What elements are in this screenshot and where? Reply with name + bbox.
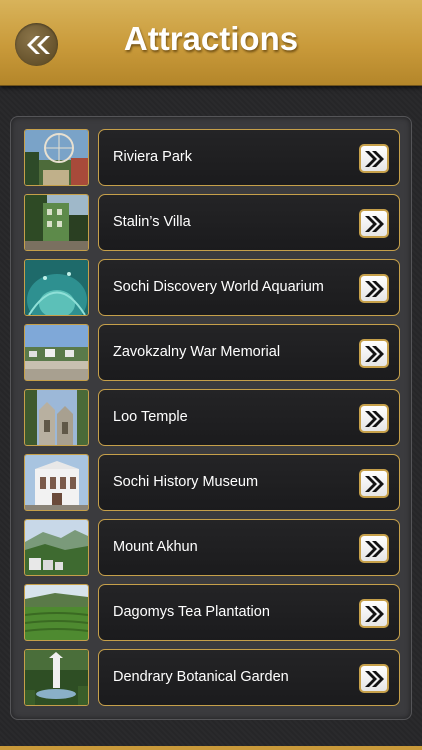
thumbnail-image [24,129,89,186]
go-button[interactable] [359,339,389,368]
thumbnail-image [24,649,89,706]
header-bar: Attractions [0,0,422,86]
attraction-button[interactable]: Zavokzalny War Memorial [98,324,400,381]
attraction-label: Zavokzalny War Memorial [113,344,281,360]
go-button[interactable] [359,144,389,173]
thumbnail-image [24,389,89,446]
attraction-button[interactable]: Dendrary Botanical Garden [98,649,400,706]
double-chevron-right-icon [365,410,384,427]
attraction-button[interactable]: Stalin’s Villa [98,194,400,251]
double-chevron-right-icon [365,215,384,232]
list-item[interactable]: Stalin’s Villa [24,194,400,251]
thumbnail-image [24,324,89,381]
attraction-label: Sochi Discovery World Aquarium [113,279,324,295]
go-button[interactable] [359,404,389,433]
list-item[interactable]: Mount Akhun [24,519,400,576]
attractions-list: Riviera Park Stalin’s Villa Sochi Discov… [10,116,412,720]
list-item[interactable]: Dendrary Botanical Garden [24,649,400,706]
list-item[interactable]: Sochi Discovery World Aquarium [24,259,400,316]
thumbnail-image [24,584,89,641]
double-chevron-right-icon [365,280,384,297]
attraction-label: Loo Temple [113,409,188,425]
attraction-label: Riviera Park [113,149,192,165]
attraction-button[interactable]: Riviera Park [98,129,400,186]
thumbnail-image [24,259,89,316]
attraction-label: Dagomys Tea Plantation [113,604,270,620]
double-chevron-right-icon [365,540,384,557]
double-chevron-right-icon [365,345,384,362]
thumbnail-image [24,519,89,576]
attraction-label: Mount Akhun [113,539,198,555]
thumbnail-image [24,194,89,251]
go-button[interactable] [359,469,389,498]
list-item[interactable]: Zavokzalny War Memorial [24,324,400,381]
go-button[interactable] [359,274,389,303]
double-chevron-right-icon [365,605,384,622]
attraction-button[interactable]: Sochi Discovery World Aquarium [98,259,400,316]
attraction-button[interactable]: Mount Akhun [98,519,400,576]
double-chevron-right-icon [365,150,384,167]
go-button[interactable] [359,664,389,693]
attraction-label: Sochi History Museum [113,474,259,490]
thumbnail-image [24,454,89,511]
list-item[interactable]: Sochi History Museum [24,454,400,511]
bottom-accent-bar [0,746,422,750]
page-title: Attractions [123,20,299,57]
attraction-label: Dendrary Botanical Garden [113,669,289,685]
list-item[interactable]: Dagomys Tea Plantation [24,584,400,641]
go-button[interactable] [359,599,389,628]
attraction-button[interactable]: Sochi History Museum [98,454,400,511]
attraction-label: Stalin’s Villa [113,214,191,230]
list-item[interactable]: Riviera Park [24,129,400,186]
attraction-button[interactable]: Loo Temple [98,389,400,446]
list-item[interactable]: Loo Temple [24,389,400,446]
go-button[interactable] [359,534,389,563]
go-button[interactable] [359,209,389,238]
double-chevron-right-icon [365,475,384,492]
attraction-button[interactable]: Dagomys Tea Plantation [98,584,400,641]
double-chevron-right-icon [365,670,384,687]
